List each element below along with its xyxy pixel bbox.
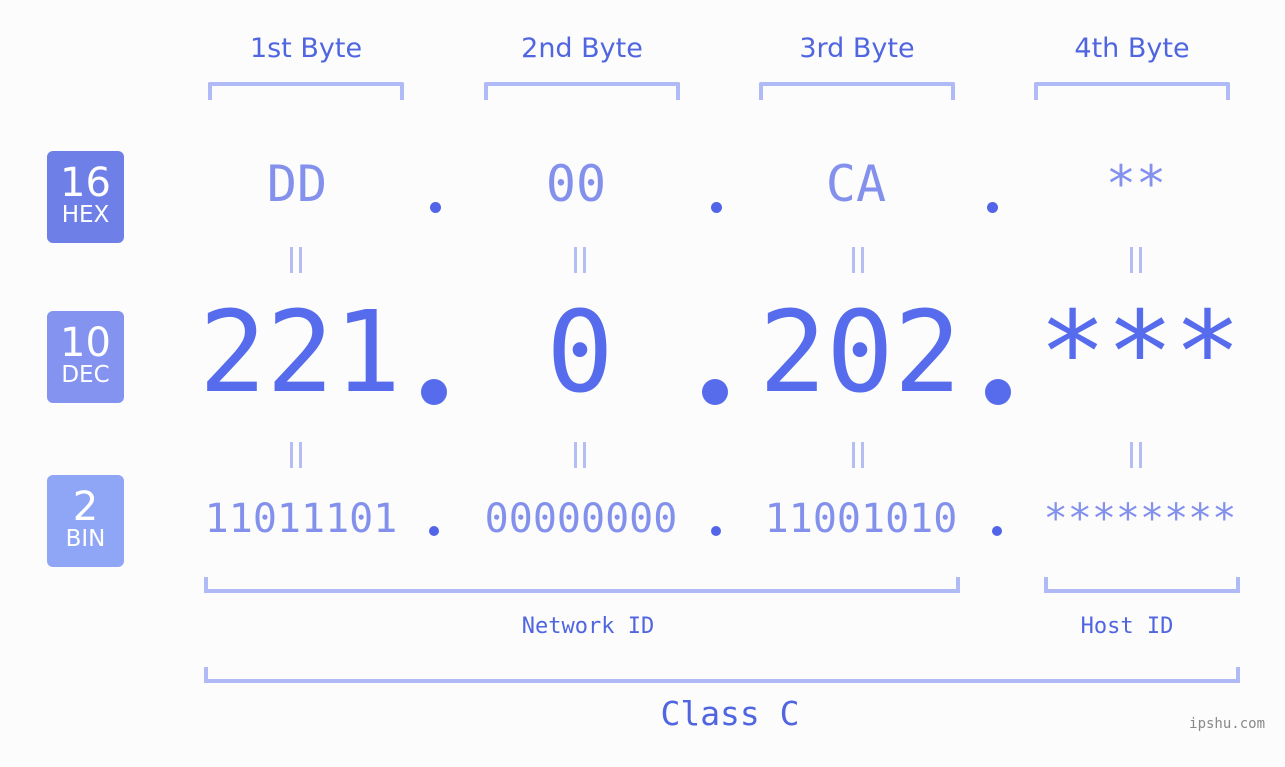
hex-base-label: HEX: [61, 202, 110, 228]
dec-value-2: 0: [546, 288, 614, 418]
hex-base-number: 16: [60, 160, 111, 206]
bin-separator-dot: [429, 526, 439, 536]
bin-value-1: 11011101: [204, 496, 398, 542]
bin-base-label: BIN: [65, 526, 106, 552]
bin-separator-dot: [992, 526, 1002, 536]
byte-header-4: 4th Byte: [1074, 33, 1190, 64]
ip-class-label: Class C: [660, 694, 800, 733]
bin-separator-dot: [711, 526, 721, 536]
equals-icon: [289, 247, 303, 273]
dec-value-4: ***: [1038, 288, 1242, 418]
host-id-bracket: [1044, 577, 1240, 593]
hex-badge: 16 HEX: [47, 151, 124, 243]
dec-badge: 10 DEC: [47, 311, 124, 403]
hex-separator-dot: [430, 202, 441, 213]
equals-icon: [851, 442, 865, 468]
equals-icon: [851, 247, 865, 273]
dec-separator-dot: [702, 379, 728, 405]
host-id-label: Host ID: [1080, 614, 1174, 639]
byte-header-2: 2nd Byte: [521, 33, 643, 64]
network-id-bracket: [204, 577, 960, 593]
hex-value-1: DD: [266, 155, 328, 213]
equals-icon: [573, 442, 587, 468]
equals-icon: [1129, 442, 1143, 468]
dec-value-3: 202: [758, 288, 962, 418]
bin-value-2: 00000000: [484, 496, 678, 542]
hex-value-3: CA: [825, 155, 887, 213]
byte-bracket-2: [484, 82, 680, 100]
equals-icon: [289, 442, 303, 468]
hex-value-2: 00: [545, 155, 607, 213]
byte-header-1: 1st Byte: [249, 33, 363, 64]
hex-value-4: **: [1105, 155, 1167, 213]
dec-separator-dot: [985, 379, 1011, 405]
bin-value-3: 11001010: [764, 496, 958, 542]
bin-badge: 2 BIN: [47, 475, 124, 567]
dec-base-number: 10: [60, 320, 111, 366]
dec-value-1: 221: [198, 288, 402, 418]
equals-icon: [573, 247, 587, 273]
equals-icon: [1129, 247, 1143, 273]
hex-separator-dot: [987, 202, 998, 213]
hex-separator-dot: [711, 202, 722, 213]
watermark: ipshu.com: [1189, 716, 1265, 732]
byte-bracket-4: [1034, 82, 1230, 100]
byte-bracket-3: [759, 82, 955, 100]
network-id-label: Network ID: [521, 614, 655, 639]
byte-bracket-1: [208, 82, 404, 100]
class-bracket: [204, 667, 1240, 683]
bin-value-4: ********: [1043, 496, 1237, 542]
dec-base-label: DEC: [61, 362, 110, 388]
dec-separator-dot: [421, 379, 447, 405]
byte-header-3: 3rd Byte: [799, 33, 915, 64]
bin-base-number: 2: [72, 484, 99, 530]
